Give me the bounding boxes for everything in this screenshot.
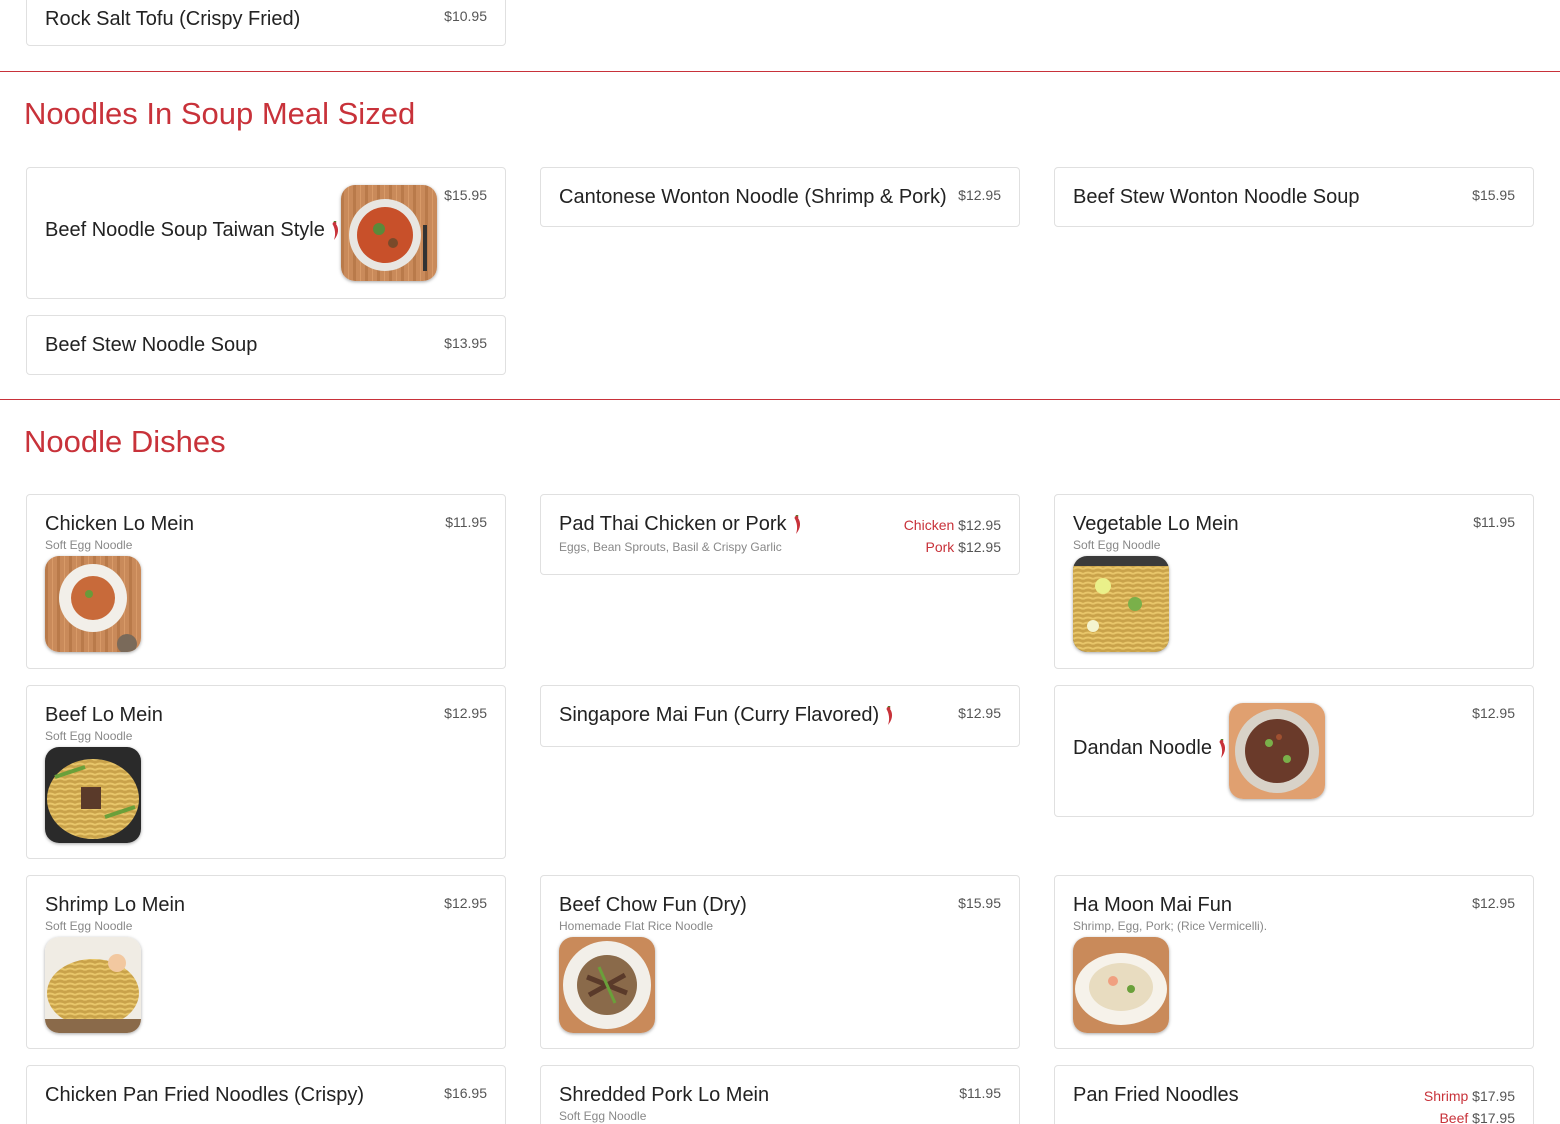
item-price-options: Chicken $12.95 Pork $12.95 [904,514,1001,558]
item-name-text: Pad Thai Chicken or Pork [559,513,787,535]
menu-item-card[interactable]: Chicken Lo Mein Soft Egg Noodle $11.95 [26,494,506,669]
dandan-bowl-image[interactable] [1229,703,1325,799]
item-price: $12.95 [958,705,1001,721]
section-divider [0,399,1560,400]
spicy-chili-icon [885,706,894,726]
menu-item-card[interactable]: Pad Thai Chicken or Pork Eggs, Bean Spro… [540,494,1020,575]
option-label: Shrimp [1423,1088,1469,1104]
item-name: Beef Noodle Soup Taiwan Style [45,219,340,242]
item-description: Soft Egg Noodle [45,919,133,933]
item-description: Shrimp, Egg, Pork; (Rice Vermicelli). [1073,919,1268,933]
item-name: Beef Chow Fun (Dry) [559,894,747,916]
item-name: Pad Thai Chicken or Pork [559,513,802,536]
item-price: $11.95 [959,1085,1001,1101]
shrimp-noodle-image[interactable] [45,937,141,1033]
item-price: $15.95 [1472,187,1515,203]
menu-item-card[interactable]: Cantonese Wonton Noodle (Shrimp & Pork) … [540,167,1020,227]
item-name-text: Beef Noodle Soup Taiwan Style [45,219,325,241]
menu-item-card[interactable]: Chicken Pan Fried Noodles (Crispy) $16.9… [26,1065,506,1124]
menu-item-card[interactable]: Beef Stew Wonton Noodle Soup $15.95 [1054,167,1534,227]
item-price: $11.95 [1473,514,1515,530]
option-label: Chicken [903,517,955,533]
item-description: Soft Egg Noodle [1073,538,1161,552]
item-price: $12.95 [444,895,487,911]
item-price: $12.95 [444,705,487,721]
chow-fun-plate-image[interactable] [559,937,655,1033]
price-option[interactable]: Chicken $12.95 [904,514,1001,536]
menu-item-card[interactable]: Ha Moon Mai Fun Shrimp, Egg, Pork; (Rice… [1054,875,1534,1049]
option-price: $17.95 [1472,1088,1515,1104]
section-divider [0,71,1560,72]
section-title: Noodles In Soup Meal Sized [24,96,416,131]
mai-fun-plate-image[interactable] [1073,937,1169,1033]
menu-item-card[interactable]: Rock Salt Tofu (Crispy Fried) $10.95 [26,0,506,46]
menu-item-card[interactable]: Shrimp Lo Mein Soft Egg Noodle $12.95 [26,875,506,1049]
menu-item-card[interactable]: Beef Noodle Soup Taiwan Style $15.95 [26,167,506,299]
item-name: Chicken Lo Mein [45,513,194,535]
option-price: $12.95 [958,517,1001,533]
item-description: Homemade Flat Rice Noodle [559,919,714,933]
menu-item-card[interactable]: Dandan Noodle $12.95 [1054,685,1534,817]
item-name: Ha Moon Mai Fun [1073,894,1232,916]
spicy-chili-icon [331,221,340,241]
menu-item-card[interactable]: Beef Stew Noodle Soup $13.95 [26,315,506,375]
price-option[interactable]: Beef $17.95 [1424,1107,1515,1124]
item-price: $15.95 [958,895,1001,911]
item-name: Dandan Noodle [1073,737,1227,760]
item-name: Beef Stew Noodle Soup [45,334,258,356]
option-price: $17.95 [1472,1110,1515,1124]
item-price-options: Shrimp $17.95 Beef $17.95 [1424,1085,1515,1124]
item-price: $16.95 [444,1085,487,1101]
menu-item-card[interactable]: Beef Lo Mein Soft Egg Noodle $12.95 [26,685,506,859]
item-price: $12.95 [958,187,1001,203]
vegetable-noodle-image[interactable] [1073,556,1169,652]
item-name: Beef Stew Wonton Noodle Soup [1073,186,1360,208]
section-title: Noodle Dishes [24,424,226,459]
menu-item-card[interactable]: Singapore Mai Fun (Curry Flavored) $12.9… [540,685,1020,747]
item-price: $10.95 [444,8,487,24]
price-option[interactable]: Shrimp $17.95 [1424,1085,1515,1107]
option-price: $12.95 [958,539,1001,555]
item-price: $13.95 [444,335,487,351]
lo-mein-plate-image[interactable] [45,556,141,652]
item-price: $11.95 [445,514,487,530]
item-price: $12.95 [1472,895,1515,911]
item-description: Eggs, Bean Sprouts, Basil & Crispy Garli… [559,540,782,554]
item-name: Rock Salt Tofu (Crispy Fried) [45,8,301,30]
item-name: Cantonese Wonton Noodle (Shrimp & Pork) [559,186,947,208]
item-name: Shredded Pork Lo Mein [559,1084,770,1106]
item-name-text: Dandan Noodle [1073,737,1212,759]
item-description: Soft Egg Noodle [559,1109,647,1123]
item-name: Chicken Pan Fried Noodles (Crispy) [45,1084,365,1106]
item-description: Soft Egg Noodle [45,538,133,552]
menu-item-card[interactable]: Pan Fried Noodles Shrimp $17.95 Beef $17… [1054,1065,1534,1124]
soup-bowl-image[interactable] [341,185,437,281]
spicy-chili-icon [1218,739,1227,759]
item-name: Singapore Mai Fun (Curry Flavored) [559,704,894,727]
menu-item-card[interactable]: Vegetable Lo Mein Soft Egg Noodle $11.95 [1054,494,1534,669]
spicy-chili-icon [793,515,802,535]
item-price: $12.95 [1472,705,1515,721]
price-option[interactable]: Pork $12.95 [904,536,1001,558]
option-label: Beef [1439,1110,1469,1124]
item-price: $15.95 [444,187,487,203]
option-label: Pork [925,539,955,555]
beef-noodle-image[interactable] [45,747,141,843]
item-name: Shrimp Lo Mein [45,894,186,916]
item-name: Beef Lo Mein [45,704,163,726]
item-name: Pan Fried Noodles [1073,1084,1239,1106]
item-name: Vegetable Lo Mein [1073,513,1239,535]
menu-item-card[interactable]: Shredded Pork Lo Mein Soft Egg Noodle $1… [540,1065,1020,1124]
menu-item-card[interactable]: Beef Chow Fun (Dry) Homemade Flat Rice N… [540,875,1020,1049]
item-description: Soft Egg Noodle [45,729,133,743]
item-name-text: Singapore Mai Fun (Curry Flavored) [559,704,880,726]
